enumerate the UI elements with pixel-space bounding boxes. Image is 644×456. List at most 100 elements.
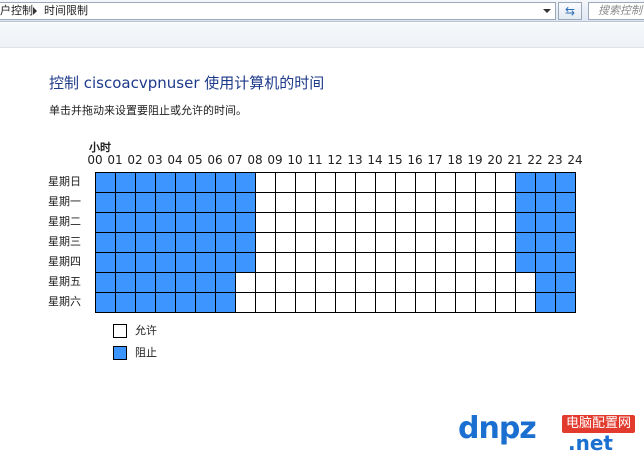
time-cell[interactable]: [215, 232, 236, 253]
time-cell[interactable]: [395, 232, 416, 253]
time-cell[interactable]: [95, 192, 116, 213]
time-cell[interactable]: [315, 172, 336, 193]
time-cell[interactable]: [455, 232, 476, 253]
time-cell[interactable]: [335, 292, 356, 313]
time-cell[interactable]: [335, 192, 356, 213]
time-cell[interactable]: [435, 252, 456, 273]
time-cell[interactable]: [435, 172, 456, 193]
time-cell[interactable]: [455, 252, 476, 273]
time-cell[interactable]: [315, 292, 336, 313]
time-cell[interactable]: [115, 232, 136, 253]
time-cell[interactable]: [235, 212, 256, 233]
time-cell[interactable]: [415, 192, 436, 213]
time-cell[interactable]: [415, 252, 436, 273]
time-cell[interactable]: [215, 212, 236, 233]
time-cell[interactable]: [115, 212, 136, 233]
time-cell[interactable]: [535, 292, 556, 313]
time-cell[interactable]: [95, 232, 116, 253]
time-cell[interactable]: [495, 232, 516, 253]
time-cell[interactable]: [195, 252, 216, 273]
time-cell[interactable]: [95, 212, 116, 233]
time-cell[interactable]: [215, 172, 236, 193]
time-cell[interactable]: [415, 172, 436, 193]
time-cell[interactable]: [355, 272, 376, 293]
time-cell[interactable]: [395, 252, 416, 273]
time-cell[interactable]: [335, 252, 356, 273]
time-cell[interactable]: [255, 272, 276, 293]
time-cell[interactable]: [115, 172, 136, 193]
time-cell[interactable]: [455, 292, 476, 313]
time-cell[interactable]: [395, 172, 416, 193]
time-cell[interactable]: [455, 212, 476, 233]
time-cell[interactable]: [415, 272, 436, 293]
time-cell[interactable]: [155, 172, 176, 193]
time-cell[interactable]: [535, 172, 556, 193]
time-cell[interactable]: [215, 252, 236, 273]
time-cell[interactable]: [135, 292, 156, 313]
time-cell[interactable]: [415, 232, 436, 253]
time-cell[interactable]: [375, 192, 396, 213]
time-cell[interactable]: [555, 172, 576, 193]
time-cell[interactable]: [375, 252, 396, 273]
time-cell[interactable]: [515, 172, 536, 193]
time-cell[interactable]: [135, 172, 156, 193]
time-cell[interactable]: [195, 212, 216, 233]
time-cell[interactable]: [255, 212, 276, 233]
time-cell[interactable]: [115, 292, 136, 313]
time-cell[interactable]: [155, 192, 176, 213]
time-cell[interactable]: [335, 272, 356, 293]
time-cell[interactable]: [135, 252, 156, 273]
time-cell[interactable]: [495, 212, 516, 233]
time-cell[interactable]: [255, 232, 276, 253]
time-cell[interactable]: [495, 292, 516, 313]
time-cell[interactable]: [275, 192, 296, 213]
time-cell[interactable]: [555, 192, 576, 213]
time-cell[interactable]: [535, 252, 556, 273]
time-cell[interactable]: [295, 192, 316, 213]
time-cell[interactable]: [175, 192, 196, 213]
time-cell[interactable]: [295, 292, 316, 313]
time-cell[interactable]: [235, 292, 256, 313]
time-cell[interactable]: [475, 212, 496, 233]
time-cell[interactable]: [375, 292, 396, 313]
time-cell[interactable]: [255, 172, 276, 193]
time-cell[interactable]: [95, 292, 116, 313]
time-cell[interactable]: [275, 292, 296, 313]
breadcrumb-separator-icon[interactable]: [33, 7, 37, 15]
time-grid[interactable]: [95, 172, 576, 313]
time-cell[interactable]: [535, 192, 556, 213]
time-cell[interactable]: [435, 232, 456, 253]
time-cell[interactable]: [335, 232, 356, 253]
time-cell[interactable]: [375, 272, 396, 293]
breadcrumb[interactable]: 户控制 时间限制: [0, 2, 556, 20]
time-cell[interactable]: [515, 292, 536, 313]
time-cell[interactable]: [315, 232, 336, 253]
time-cell[interactable]: [295, 172, 316, 193]
time-cell[interactable]: [515, 212, 536, 233]
time-cell[interactable]: [235, 192, 256, 213]
time-cell[interactable]: [235, 272, 256, 293]
time-cell[interactable]: [475, 272, 496, 293]
time-cell[interactable]: [495, 172, 516, 193]
breadcrumb-item-user-control[interactable]: 户控制: [0, 3, 33, 19]
time-cell[interactable]: [195, 232, 216, 253]
time-cell[interactable]: [315, 212, 336, 233]
time-cell[interactable]: [355, 172, 376, 193]
time-cell[interactable]: [255, 252, 276, 273]
time-cell[interactable]: [355, 192, 376, 213]
time-cell[interactable]: [135, 272, 156, 293]
time-cell[interactable]: [395, 212, 416, 233]
time-cell[interactable]: [435, 212, 456, 233]
time-cell[interactable]: [515, 272, 536, 293]
time-cell[interactable]: [355, 232, 376, 253]
time-cell[interactable]: [355, 212, 376, 233]
time-cell[interactable]: [535, 212, 556, 233]
time-cell[interactable]: [175, 252, 196, 273]
time-cell[interactable]: [535, 232, 556, 253]
time-cell[interactable]: [95, 272, 116, 293]
time-cell[interactable]: [355, 252, 376, 273]
time-cell[interactable]: [315, 192, 336, 213]
time-cell[interactable]: [195, 272, 216, 293]
time-cell[interactable]: [475, 192, 496, 213]
time-cell[interactable]: [475, 292, 496, 313]
